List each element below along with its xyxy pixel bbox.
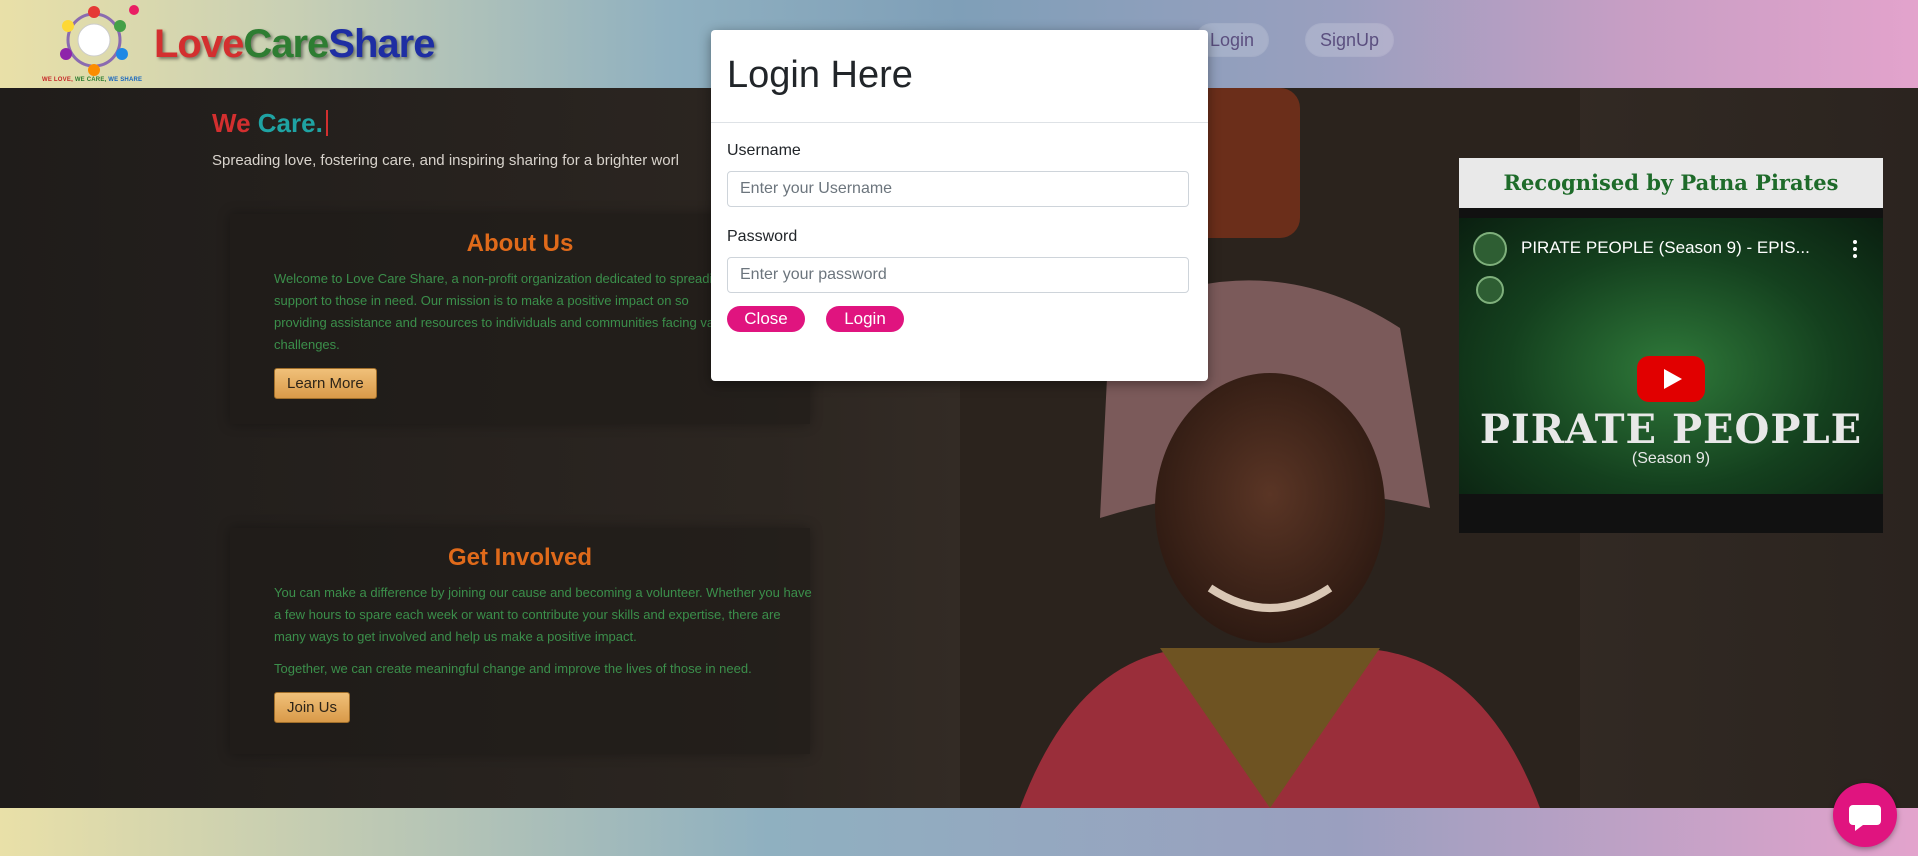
modal-title: Login Here xyxy=(727,54,913,96)
chat-button[interactable] xyxy=(1833,783,1897,847)
password-input[interactable] xyxy=(727,257,1189,293)
password-label: Password xyxy=(727,228,798,245)
login-modal: Login Here Username Password Close Login xyxy=(711,30,1208,381)
username-input[interactable] xyxy=(727,171,1189,207)
modal-divider xyxy=(711,122,1208,123)
username-label: Username xyxy=(727,142,801,159)
close-button[interactable]: Close xyxy=(727,306,805,332)
chat-icon xyxy=(1849,805,1881,831)
login-button[interactable]: Login xyxy=(826,306,904,332)
